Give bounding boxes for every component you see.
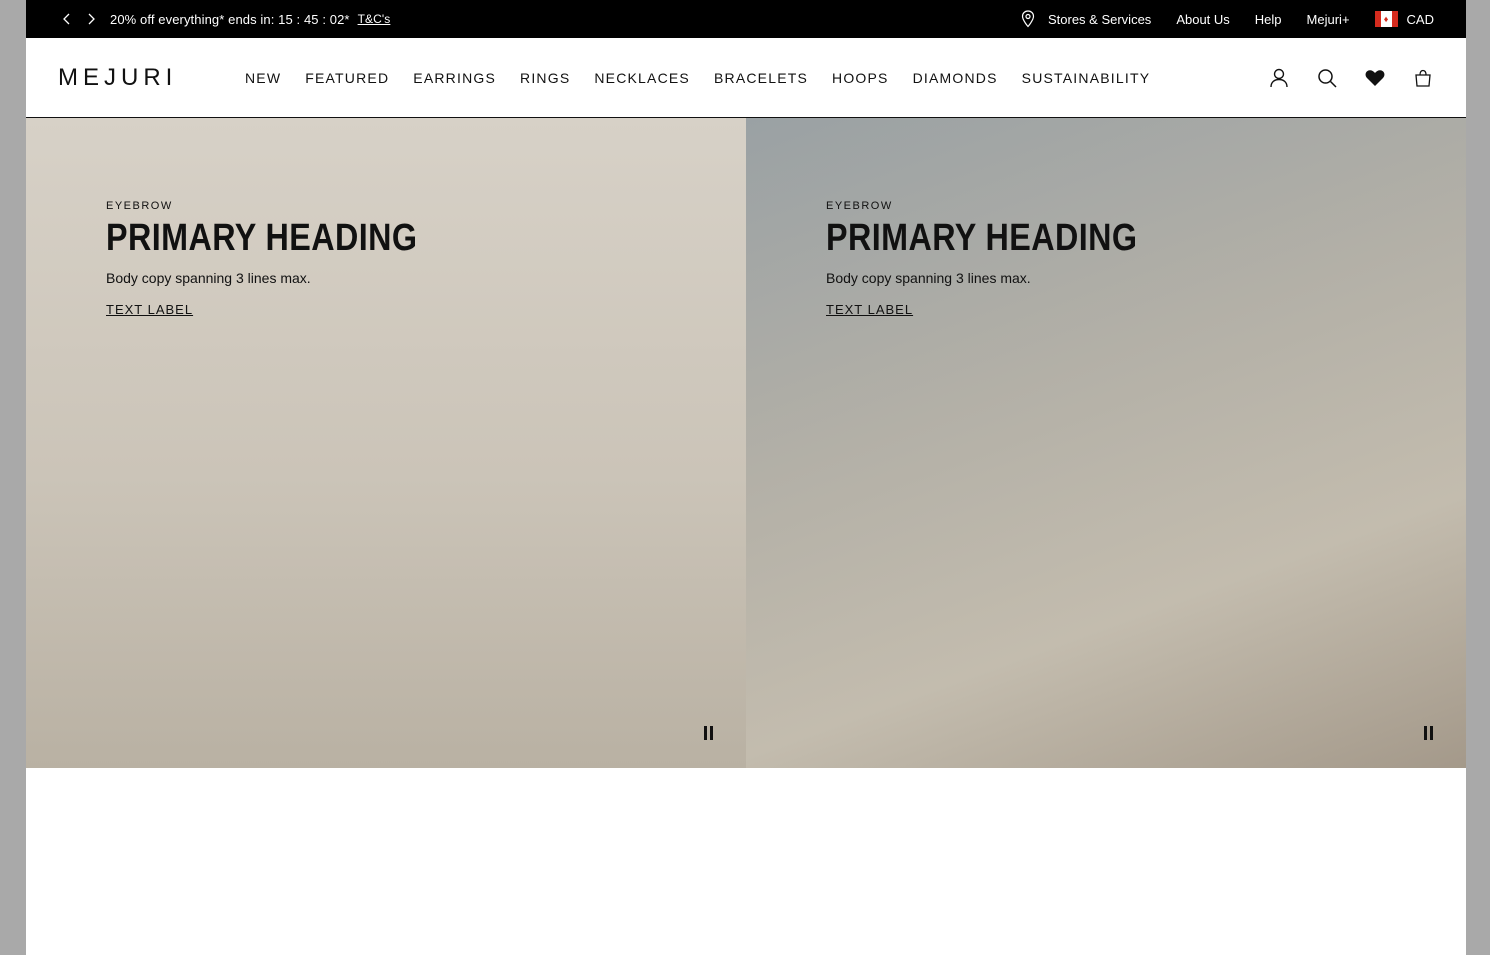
location-pin-icon — [1021, 10, 1035, 28]
mejuri-plus-label: Mejuri+ — [1306, 11, 1350, 27]
hero-eyebrow: EYEBROW — [826, 200, 893, 212]
nav-rings[interactable]: RINGS — [520, 70, 570, 86]
hero-panel-right: EYEBROW PRIMARY HEADING Body copy spanni… — [746, 118, 1466, 768]
help-link-label: Help — [1254, 11, 1282, 27]
hero-heading: PRIMARY HEADING — [826, 217, 1138, 259]
hero-cta-link[interactable]: TEXT LABEL — [826, 302, 913, 317]
site-header: MEJURI NEW FEATURED EARRINGS RINGS NECKL… — [26, 38, 1466, 118]
account-icon[interactable] — [1268, 67, 1290, 89]
wishlist-heart-icon[interactable] — [1364, 67, 1386, 89]
announcement-bar: 20% off everything* ends in: 15 : 45 : 0… — [26, 0, 1466, 38]
search-icon[interactable] — [1316, 67, 1338, 89]
utility-links: Stores & Services About Us Help Mejuri+ … — [1021, 10, 1434, 28]
chevron-right-icon[interactable] — [84, 12, 98, 26]
hero-cta-link[interactable]: TEXT LABEL — [106, 302, 193, 317]
currency-label: CAD — [1406, 11, 1434, 27]
hero-content-right: EYEBROW PRIMARY HEADING Body copy spanni… — [826, 200, 1192, 319]
promo-arrows — [60, 12, 98, 26]
nav-hoops[interactable]: HOOPS — [832, 70, 889, 86]
promo-message: 20% off everything* ends in: 15 : 45 : 0… — [110, 12, 390, 27]
header-icons — [1268, 67, 1434, 89]
logo[interactable]: MEJURI — [58, 64, 245, 92]
hero-body: Body copy spanning 3 lines max. — [826, 269, 1031, 286]
nav-sustainability[interactable]: SUSTAINABILITY — [1022, 70, 1151, 86]
nav-featured[interactable]: FEATURED — [305, 70, 389, 86]
mejuri-plus-link[interactable]: Mejuri+ — [1307, 12, 1350, 27]
promo-text: 20% off everything* ends in: 15 : 45 : 0… — [110, 11, 350, 27]
hero-heading: PRIMARY HEADING — [106, 217, 418, 259]
stores-link-label: Stores & Services — [1047, 11, 1152, 27]
hero-content-left: EYEBROW PRIMARY HEADING Body copy spanni… — [106, 200, 472, 319]
nav-necklaces[interactable]: NECKLACES — [594, 70, 690, 86]
currency-selector[interactable]: ♦ CAD — [1374, 11, 1434, 27]
nav-diamonds[interactable]: DIAMONDS — [913, 70, 998, 86]
nav-earrings[interactable]: EARRINGS — [413, 70, 496, 86]
pause-icon[interactable] — [1424, 726, 1436, 740]
help-link[interactable]: Help — [1255, 12, 1282, 27]
hero-eyebrow: EYEBROW — [106, 200, 173, 212]
nav-new[interactable]: NEW — [245, 70, 281, 86]
canada-flag-icon: ♦ — [1374, 11, 1398, 27]
hero-body: Body copy spanning 3 lines max. — [106, 269, 311, 286]
about-link-label: About Us — [1176, 11, 1230, 27]
main-nav: NEW FEATURED EARRINGS RINGS NECKLACES BR… — [245, 70, 1174, 86]
cart-bag-icon[interactable] — [1412, 67, 1434, 89]
nav-bracelets[interactable]: BRACELETS — [714, 70, 808, 86]
stores-link[interactable]: Stores & Services — [1021, 10, 1151, 28]
hero-banners: EYEBROW PRIMARY HEADING Body copy spanni… — [26, 118, 1466, 768]
chevron-left-icon[interactable] — [60, 12, 74, 26]
about-link[interactable]: About Us — [1176, 12, 1229, 27]
terms-link[interactable]: T&C's — [358, 12, 391, 26]
page: 20% off everything* ends in: 15 : 45 : 0… — [26, 0, 1466, 955]
hero-panel-left: EYEBROW PRIMARY HEADING Body copy spanni… — [26, 118, 746, 768]
pause-icon[interactable] — [704, 726, 716, 740]
